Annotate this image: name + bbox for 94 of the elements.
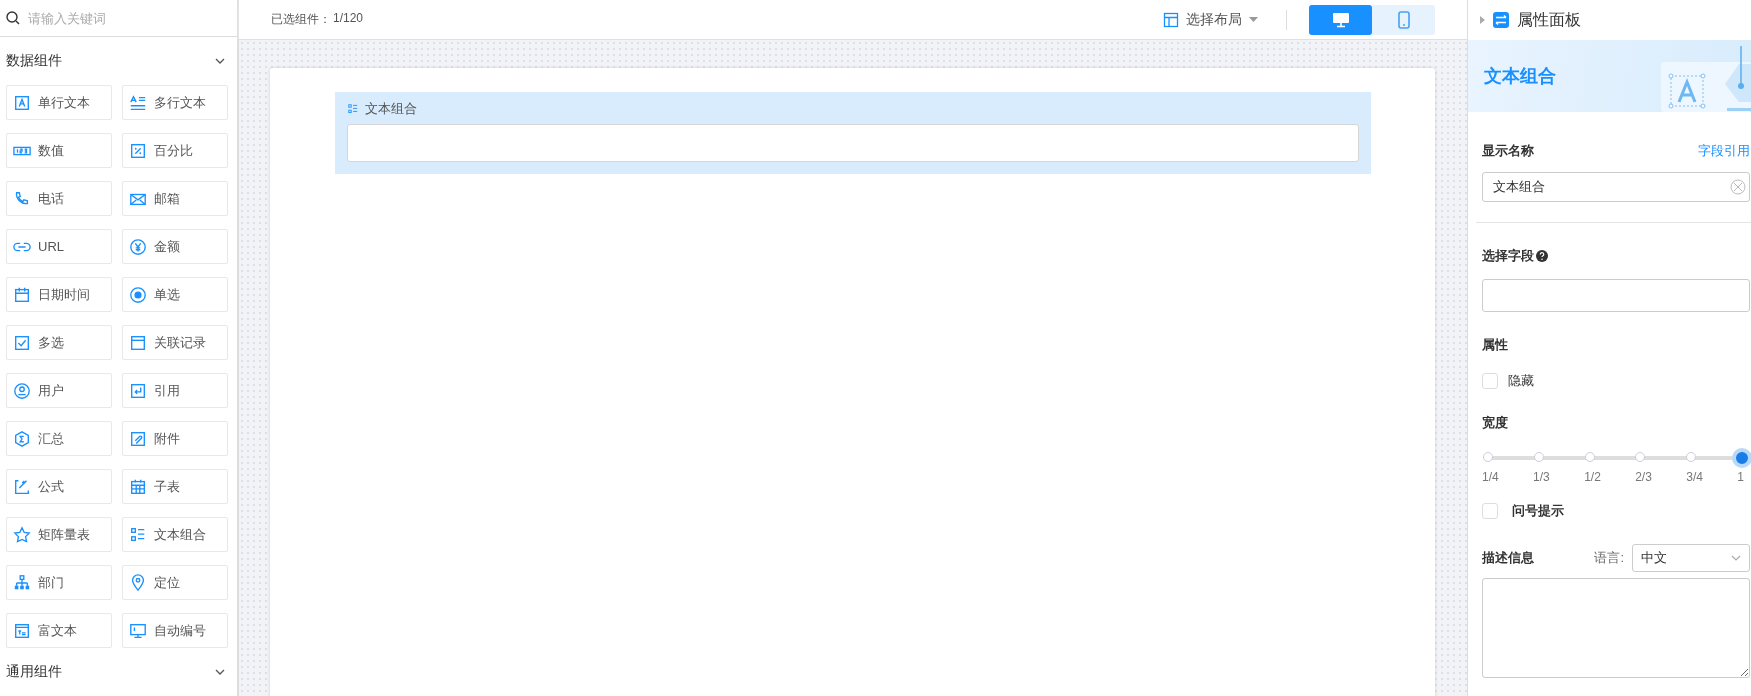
component-item[interactable]: 日期时间: [6, 277, 112, 312]
component-item[interactable]: 子表: [122, 469, 228, 504]
list-icon: [347, 103, 359, 115]
component-item[interactable]: 关联记录: [122, 325, 228, 360]
list-icon: [129, 525, 147, 544]
chevron-down-icon: [1731, 555, 1741, 561]
yen-icon: [129, 237, 147, 256]
field-label: 文本组合: [365, 100, 417, 118]
expand-caret-icon[interactable]: [1480, 16, 1485, 24]
select-field-label: 选择字段: [1482, 247, 1534, 265]
caret-icon: [1249, 17, 1258, 22]
table-icon: [129, 477, 147, 496]
selected-field-block[interactable]: 文本组合: [335, 92, 1371, 174]
component-item[interactable]: 单选: [122, 277, 228, 312]
percent-icon: [129, 141, 147, 160]
attributes-label: 属性: [1482, 336, 1509, 354]
sliders-icon: [1493, 12, 1509, 28]
description-textarea[interactable]: [1482, 578, 1750, 678]
width-label: 宽度: [1482, 414, 1509, 432]
rich-text-icon: [13, 621, 31, 640]
user-icon: [13, 381, 31, 400]
slider-stop[interactable]: [1686, 452, 1697, 462]
width-stop-label: 1/4: [1482, 470, 1499, 484]
slider-stop[interactable]: [1483, 452, 1493, 462]
sigma-icon: [13, 429, 31, 448]
component-item[interactable]: 文本组合: [122, 517, 228, 552]
component-item[interactable]: URL: [6, 229, 112, 264]
width-stop-label: 2/3: [1635, 470, 1652, 484]
checkbox-icon: [13, 333, 31, 352]
component-item[interactable]: 百分比: [122, 133, 228, 168]
component-item[interactable]: 公式: [6, 469, 112, 504]
width-stop-label: 3/4: [1686, 470, 1703, 484]
group-title: 数据组件: [6, 52, 62, 70]
component-item[interactable]: 多选: [6, 325, 112, 360]
location-pin-icon: [129, 573, 147, 592]
component-item[interactable]: 引用: [122, 373, 228, 408]
layout-dropdown[interactable]: 选择布局: [1157, 9, 1264, 30]
component-item[interactable]: 自动编号: [122, 613, 228, 648]
display-name-label: 显示名称: [1482, 142, 1534, 160]
phone-icon: [1397, 10, 1410, 29]
window-icon: [129, 333, 147, 352]
display-name-field[interactable]: 文本组合: [1482, 172, 1750, 202]
layout-icon: [1163, 11, 1179, 28]
panel-title: 属性面板: [1517, 9, 1581, 30]
description-label: 描述信息: [1482, 549, 1534, 567]
radio-icon: [129, 285, 147, 304]
selected-count-label: 已选组件：: [271, 11, 331, 28]
selected-count: 1/120: [333, 11, 364, 27]
text-field-icon: [13, 93, 31, 112]
monitor-icon: [1331, 11, 1350, 28]
multiline-text-icon: [129, 93, 147, 112]
slider-stop[interactable]: [1533, 452, 1544, 462]
component-item[interactable]: 单行文本: [6, 85, 112, 120]
org-chart-icon: [13, 573, 31, 592]
monitor-icon: [129, 621, 147, 640]
component-item[interactable]: 附件: [122, 421, 228, 456]
slider-stop[interactable]: [1635, 452, 1646, 462]
help-icon[interactable]: [1536, 250, 1548, 262]
checkbox[interactable]: [1482, 373, 1498, 389]
slider-thumb[interactable]: [1732, 448, 1751, 468]
slider-stop[interactable]: [1584, 452, 1595, 462]
width-stop-label: 1/2: [1584, 470, 1601, 484]
select-field-input[interactable]: [1482, 279, 1750, 312]
component-item[interactable]: 多行文本: [122, 85, 228, 120]
chevron-down-icon[interactable]: [215, 669, 225, 675]
component-name: 文本组合: [1484, 65, 1556, 88]
width-stop-label: 1: [1737, 470, 1744, 484]
return-icon: [129, 381, 147, 400]
component-item[interactable]: 汇总: [6, 421, 112, 456]
component-item[interactable]: 部门: [6, 565, 112, 600]
width-slider[interactable]: [1482, 448, 1750, 468]
formula-icon: [13, 477, 31, 496]
component-item[interactable]: 富文本: [6, 613, 112, 648]
checkbox-label: 隐藏: [1508, 372, 1534, 390]
text-input-field[interactable]: [347, 124, 1359, 162]
component-item[interactable]: 邮箱: [122, 181, 228, 216]
desktop-view-button[interactable]: [1309, 4, 1372, 35]
width-stop-label: 1/3: [1533, 470, 1550, 484]
component-item[interactable]: 矩阵量表: [6, 517, 112, 552]
component-item[interactable]: 定位: [122, 565, 228, 600]
calendar-icon: [13, 285, 31, 304]
component-item[interactable]: 电话: [6, 181, 112, 216]
language-select[interactable]: 中文: [1632, 544, 1750, 572]
group-title: 通用组件: [6, 663, 62, 681]
component-item[interactable]: 数值: [6, 133, 112, 168]
clear-icon[interactable]: [1730, 179, 1746, 195]
search-icon: [6, 11, 20, 25]
star-icon: [13, 525, 31, 544]
checkbox[interactable]: [1482, 503, 1498, 519]
language-label: 语言:: [1594, 549, 1624, 567]
chevron-down-icon[interactable]: [215, 58, 225, 64]
checkbox-label: 问号提示: [1512, 502, 1564, 520]
component-item[interactable]: 金额: [122, 229, 228, 264]
component-item[interactable]: 用户: [6, 373, 112, 408]
